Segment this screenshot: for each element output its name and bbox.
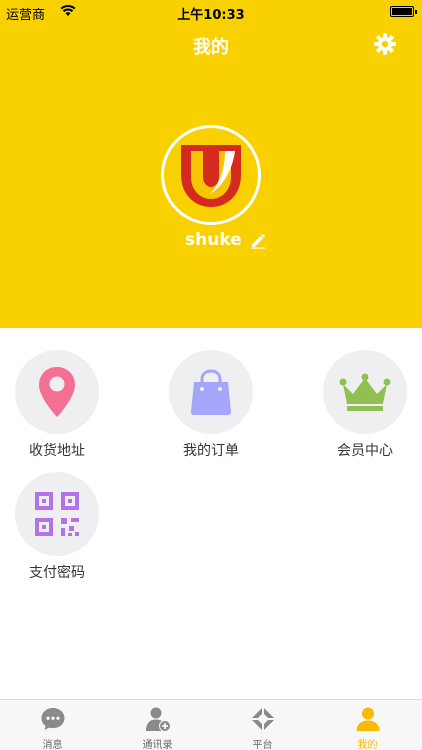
tab-bar: 消息 通讯录 平台 我的 [0,699,422,750]
tab-label: 平台 [252,740,273,750]
tab-messages[interactable]: 消息 [0,700,105,750]
tab-label: 我的 [357,740,378,750]
status-bar: 运营商 上午10:33 [0,0,422,24]
person-icon [356,707,380,731]
icon-circle [15,472,99,556]
app-logo-icon [181,145,241,207]
tab-label: 通讯录 [142,740,173,750]
icon-circle [323,350,407,434]
tab-label: 消息 [42,740,63,750]
chat-bubble-icon [41,708,65,730]
menu-item-label: 收货地址 [29,443,85,459]
menu-item-orders[interactable]: 我的订单 [161,350,261,470]
menu-item-membership[interactable]: 会员中心 [315,350,415,470]
menu-item-label: 我的订单 [183,443,239,459]
battery-icon [390,6,417,17]
add-contact-icon [146,707,171,732]
shopping-bag-icon [191,369,231,415]
tab-contacts[interactable]: 通讯录 [105,700,210,750]
location-pin-icon [39,367,75,417]
platform-icon [251,707,275,731]
menu-item-payment-password[interactable]: 支付密码 [7,472,107,592]
tab-me[interactable]: 我的 [315,700,420,750]
qr-code-icon [35,492,79,536]
menu-item-address[interactable]: 收货地址 [7,350,107,470]
username-row: shuke [0,230,422,254]
menu-item-label: 会员中心 [337,443,393,459]
gear-icon[interactable] [373,32,397,56]
clock: 上午10:33 [177,8,245,23]
page-title: 我的 [193,37,229,58]
username: shuke [185,230,242,250]
icon-circle [169,350,253,434]
crown-icon [339,373,391,411]
tab-platform[interactable]: 平台 [210,700,315,750]
menu-item-label: 支付密码 [29,565,85,581]
icon-circle [15,350,99,434]
profile-header: 运营商 上午10:33 我的 shuke [0,0,422,328]
avatar[interactable] [161,125,261,225]
edit-pencil-icon[interactable] [250,233,266,249]
